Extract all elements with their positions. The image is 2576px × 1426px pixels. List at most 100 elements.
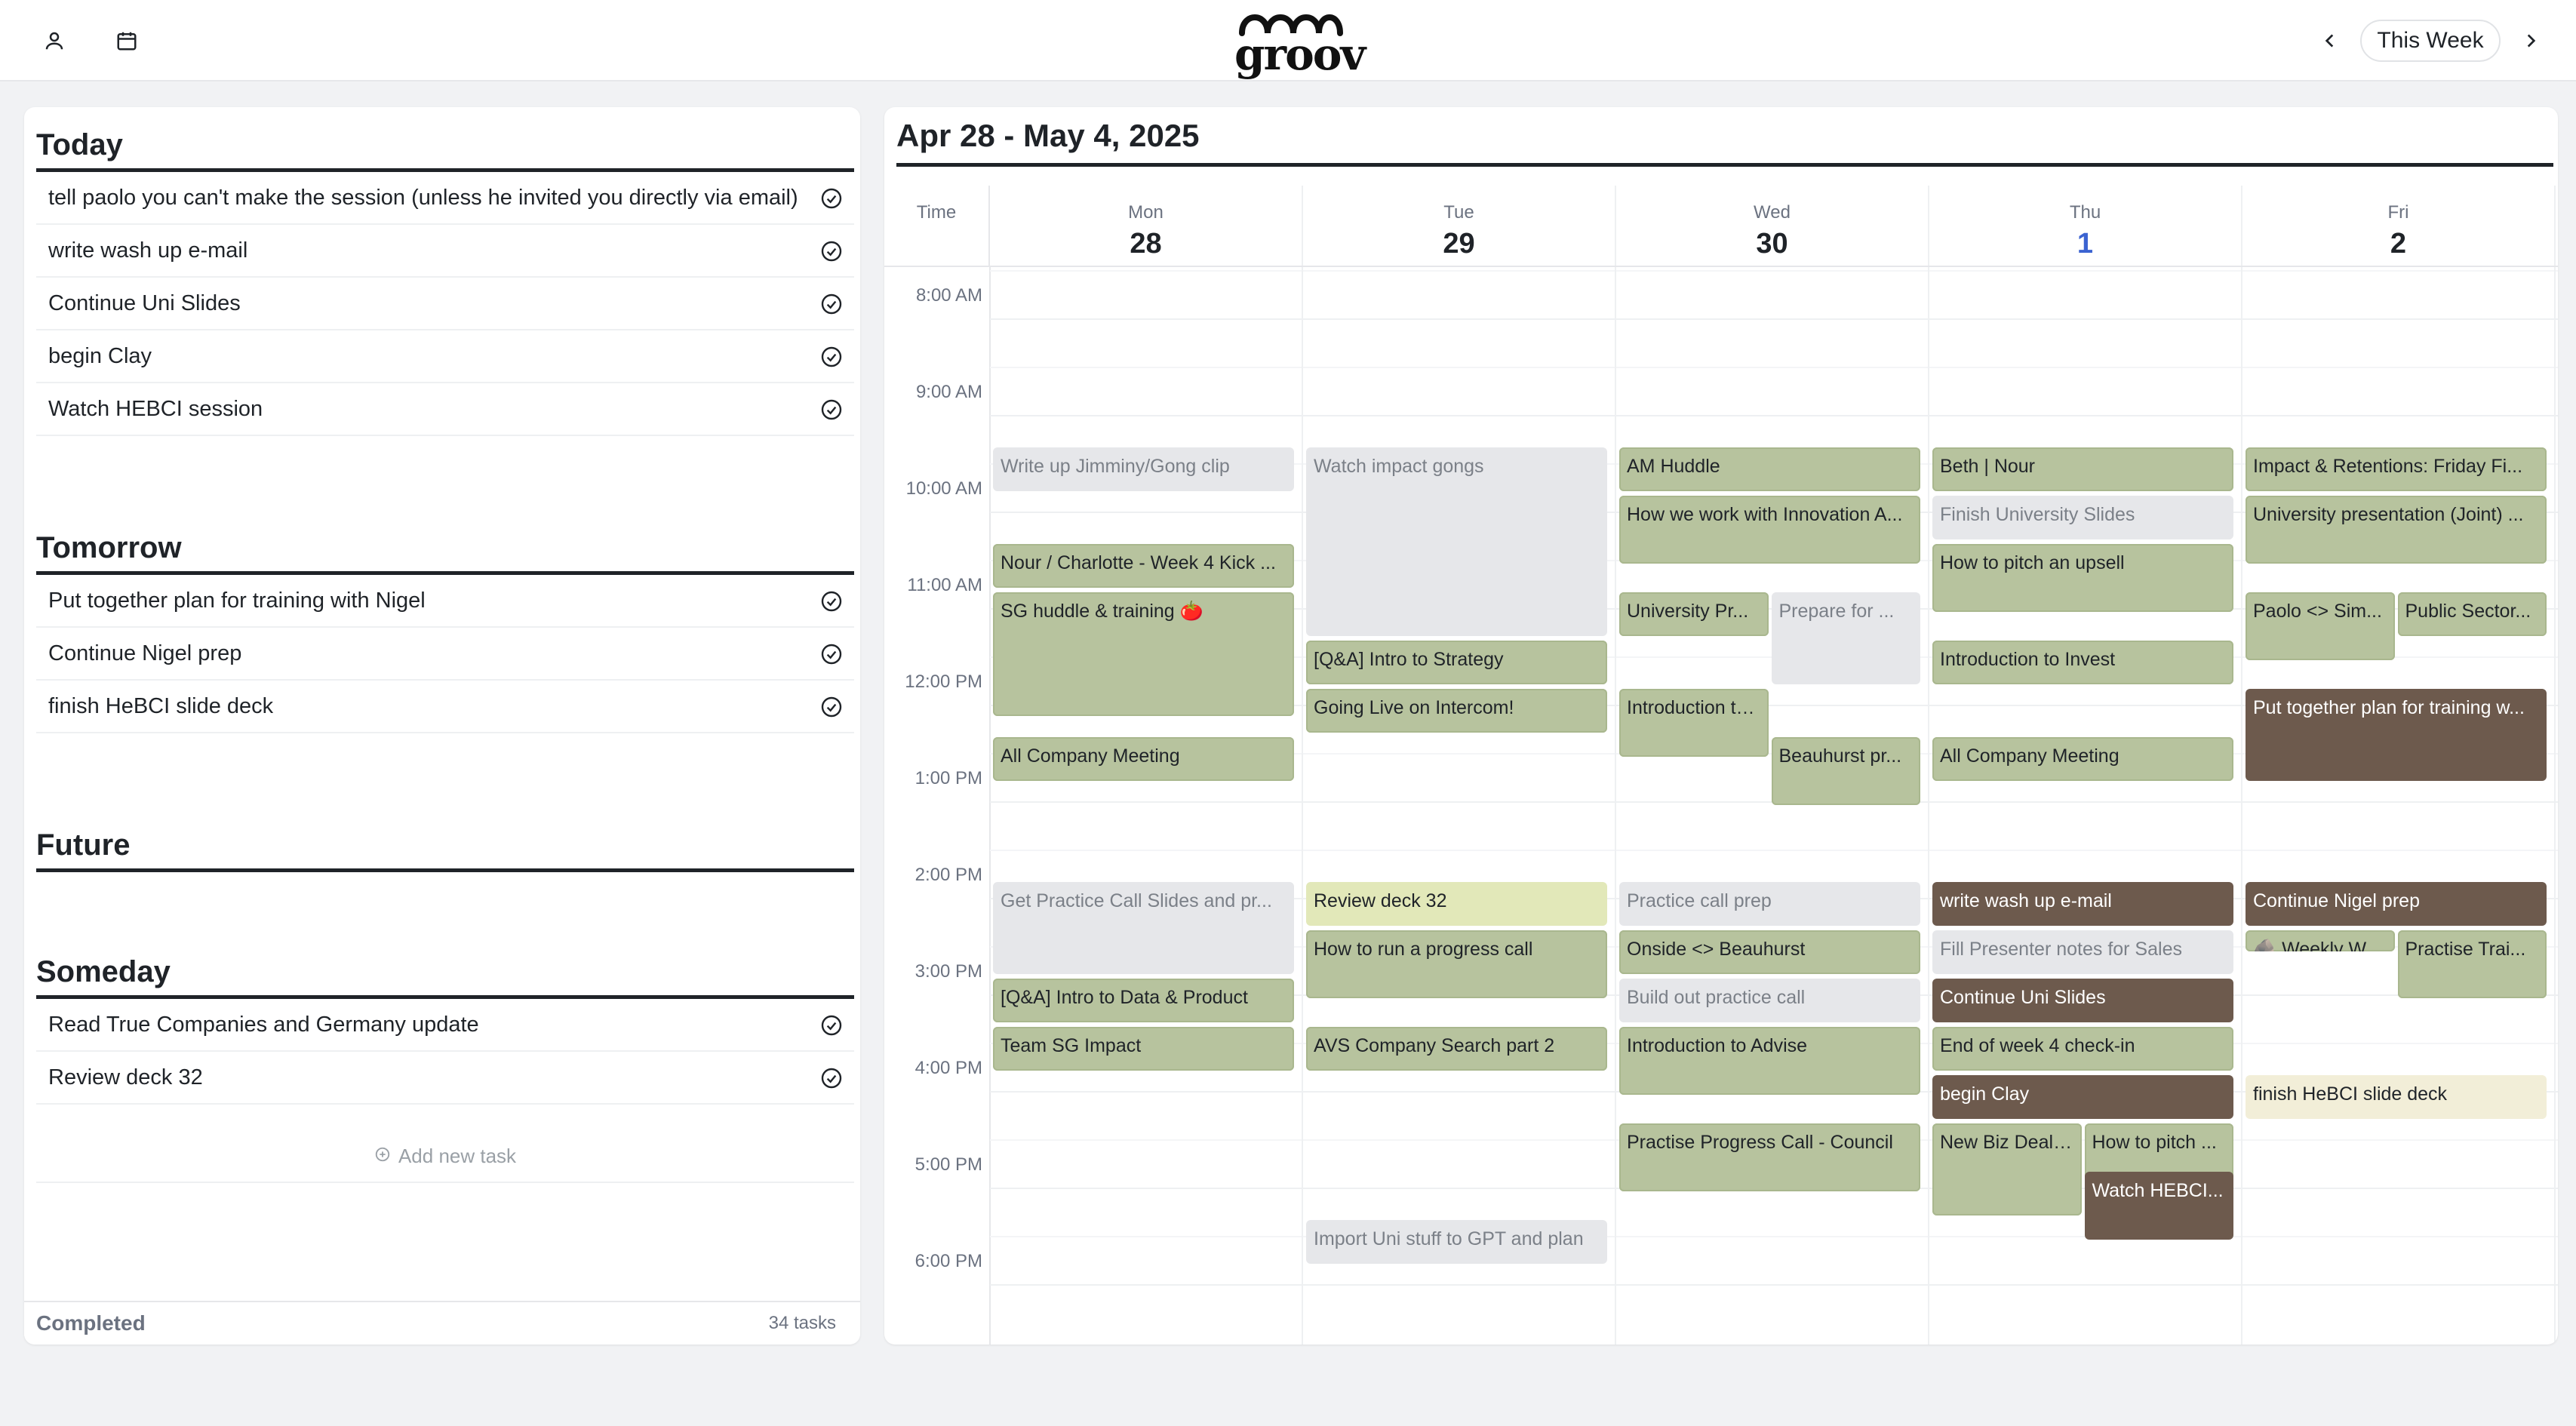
- check-circle-icon[interactable]: [819, 239, 844, 263]
- calendar-event[interactable]: Beauhurst pr...: [1771, 736, 1920, 805]
- hour-line: [990, 318, 2558, 321]
- calendar-event[interactable]: New Biz Deal ...: [1932, 1123, 2082, 1215]
- app-logo[interactable]: groov: [1234, 8, 1366, 80]
- calendar-event[interactable]: Continue Uni Slides: [1932, 978, 2233, 1022]
- check-circle-icon[interactable]: [819, 1066, 844, 1090]
- calendar-event[interactable]: All Company Meeting: [1932, 736, 2233, 781]
- calendar-event[interactable]: write wash up e-mail: [1932, 881, 2233, 926]
- task-item[interactable]: write wash up e-mail: [36, 225, 854, 278]
- chevron-right-icon[interactable]: [2513, 23, 2549, 59]
- calendar-event[interactable]: Practice call prep: [1619, 881, 1920, 926]
- calendar-event[interactable]: Public Sector...: [2397, 592, 2547, 636]
- task-item[interactable]: begin Clay: [36, 330, 854, 383]
- completed-toggle[interactable]: Completed 34 tasks: [24, 1301, 860, 1345]
- calendar-event[interactable]: Paolo <> Sim...: [2246, 592, 2395, 660]
- calendar-event[interactable]: Watch impact gongs: [1306, 447, 1607, 636]
- time-label: 3:00 PM: [915, 961, 982, 982]
- calendar-event[interactable]: Introduction to BHSales: [1619, 688, 1769, 757]
- calendar-event[interactable]: Continue Nigel prep: [2246, 881, 2547, 926]
- check-circle-icon[interactable]: [819, 292, 844, 316]
- time-label: 12:00 PM: [905, 672, 982, 693]
- calendar-event[interactable]: 🪨 Weekly W...: [2246, 930, 2395, 951]
- task-item[interactable]: Watch HEBCI session: [36, 383, 854, 436]
- day-header[interactable]: Fri 2: [2242, 186, 2556, 267]
- check-circle-icon[interactable]: [819, 345, 844, 369]
- calendar-event[interactable]: Import Uni stuff to GPT and plan: [1306, 1219, 1607, 1264]
- calendar-event[interactable]: All Company Meeting: [993, 736, 1294, 781]
- calendar-event[interactable]: Nour / Charlotte - Week 4 Kick ...: [993, 543, 1294, 588]
- task-item[interactable]: finish HeBCI slide deck: [36, 681, 854, 733]
- time-column-header: Time: [884, 186, 990, 267]
- calendar-event[interactable]: How to run a progress call: [1306, 930, 1607, 998]
- calendar-event[interactable]: Team SG Impact: [993, 1026, 1294, 1071]
- calendar-event[interactable]: Build out practice call: [1619, 978, 1920, 1022]
- top-bar: groov This Week: [0, 0, 2576, 81]
- day-header[interactable]: Wed 30: [1616, 186, 1929, 267]
- calendar-event[interactable]: AM Huddle: [1619, 447, 1920, 491]
- calendar-event[interactable]: Introduction to Invest: [1932, 640, 2233, 684]
- chevron-left-icon[interactable]: [2312, 23, 2348, 59]
- check-circle-icon[interactable]: [819, 398, 844, 422]
- calendar-event[interactable]: Get Practice Call Slides and pr...: [993, 881, 1294, 974]
- calendar-event[interactable]: Put together plan for training w...: [2246, 688, 2547, 781]
- calendar-event[interactable]: AVS Company Search part 2: [1306, 1026, 1607, 1071]
- day-header[interactable]: Tue 29: [1303, 186, 1616, 267]
- calendar-event[interactable]: How we work with Innovation A...: [1619, 495, 1920, 564]
- calendar-event[interactable]: University Pr...: [1619, 592, 1769, 636]
- time-column-divider: [989, 267, 991, 1345]
- day-divider: [1302, 267, 1303, 1345]
- header-divider: [884, 266, 2558, 267]
- calendar-event[interactable]: [Q&A] Intro to Strategy: [1306, 640, 1607, 684]
- calendar-event[interactable]: Practise Progress Call - Council: [1619, 1123, 1920, 1191]
- half-hour-line: [990, 367, 2558, 369]
- calendar-event[interactable]: [Q&A] Intro to Data & Product: [993, 978, 1294, 1022]
- calendar-event[interactable]: Watch HEBCI...: [2084, 1171, 2233, 1240]
- calendar-event[interactable]: Onside <> Beauhurst: [1619, 930, 1920, 974]
- task-item[interactable]: Put together plan for training with Nige…: [36, 575, 854, 628]
- calendar-event[interactable]: Prepare for ...: [1771, 592, 1920, 684]
- person-icon[interactable]: [36, 23, 72, 59]
- task-item[interactable]: Read True Companies and Germany update: [36, 999, 854, 1052]
- task-item[interactable]: Continue Nigel prep: [36, 628, 854, 681]
- day-header[interactable]: Mon 28: [990, 186, 1303, 267]
- check-circle-icon[interactable]: [819, 695, 844, 719]
- task-item[interactable]: Review deck 32: [36, 1052, 854, 1105]
- calendar-event[interactable]: University presentation (Joint) ...: [2246, 495, 2547, 564]
- day-number: 30: [1756, 228, 1788, 260]
- check-circle-icon[interactable]: [819, 186, 844, 211]
- day-header[interactable]: Thu 1: [1929, 186, 2242, 267]
- day-divider: [1928, 267, 1929, 1345]
- calendar-icon[interactable]: [109, 23, 145, 59]
- calendar-event[interactable]: Practise Trai...: [2397, 930, 2547, 998]
- calendar-event[interactable]: SG huddle & training 🍅: [993, 592, 1294, 717]
- day-number: 28: [1130, 228, 1162, 260]
- task-label: finish HeBCI slide deck: [48, 693, 274, 718]
- calendar-event[interactable]: How to pitch an upsell: [1932, 543, 2233, 612]
- day-name: Tue: [1443, 202, 1474, 223]
- check-circle-icon[interactable]: [819, 1013, 844, 1037]
- calendar-event[interactable]: Review deck 32: [1306, 881, 1607, 926]
- calendar-event[interactable]: finish HeBCI slide deck: [2246, 1074, 2547, 1119]
- task-item[interactable]: Continue Uni Slides: [36, 278, 854, 330]
- calendar-event[interactable]: Introduction to Advise: [1619, 1026, 1920, 1095]
- check-circle-icon[interactable]: [819, 642, 844, 666]
- calendar-event[interactable]: End of week 4 check-in: [1932, 1026, 2233, 1071]
- logo-text: groov: [1234, 29, 1366, 80]
- time-label: 2:00 PM: [915, 865, 982, 886]
- add-task-button[interactable]: Add new task: [36, 1130, 854, 1183]
- check-circle-icon[interactable]: [819, 589, 844, 613]
- calendar-event[interactable]: Fill Presenter notes for Sales: [1932, 930, 2233, 974]
- this-week-button[interactable]: This Week: [2360, 20, 2501, 62]
- task-panel: Today tell paolo you can't make the sess…: [24, 107, 860, 1345]
- calendar-event[interactable]: Write up Jimminy/Gong clip: [993, 447, 1294, 491]
- calendar-event[interactable]: Going Live on Intercom!: [1306, 688, 1607, 733]
- section-title-someday: Someday: [36, 955, 854, 999]
- calendar-event[interactable]: Beth | Nour: [1932, 447, 2233, 491]
- calendar-event[interactable]: begin Clay: [1932, 1074, 2233, 1119]
- task-item[interactable]: tell paolo you can't make the session (u…: [36, 172, 854, 225]
- calendar-event[interactable]: Impact & Retentions: Friday Fi...: [2246, 447, 2547, 491]
- time-label: 8:00 AM: [915, 285, 982, 306]
- time-label: 4:00 PM: [915, 1058, 982, 1079]
- calendar-event[interactable]: Finish University Slides: [1932, 495, 2233, 539]
- day-number: 2: [2390, 228, 2407, 260]
